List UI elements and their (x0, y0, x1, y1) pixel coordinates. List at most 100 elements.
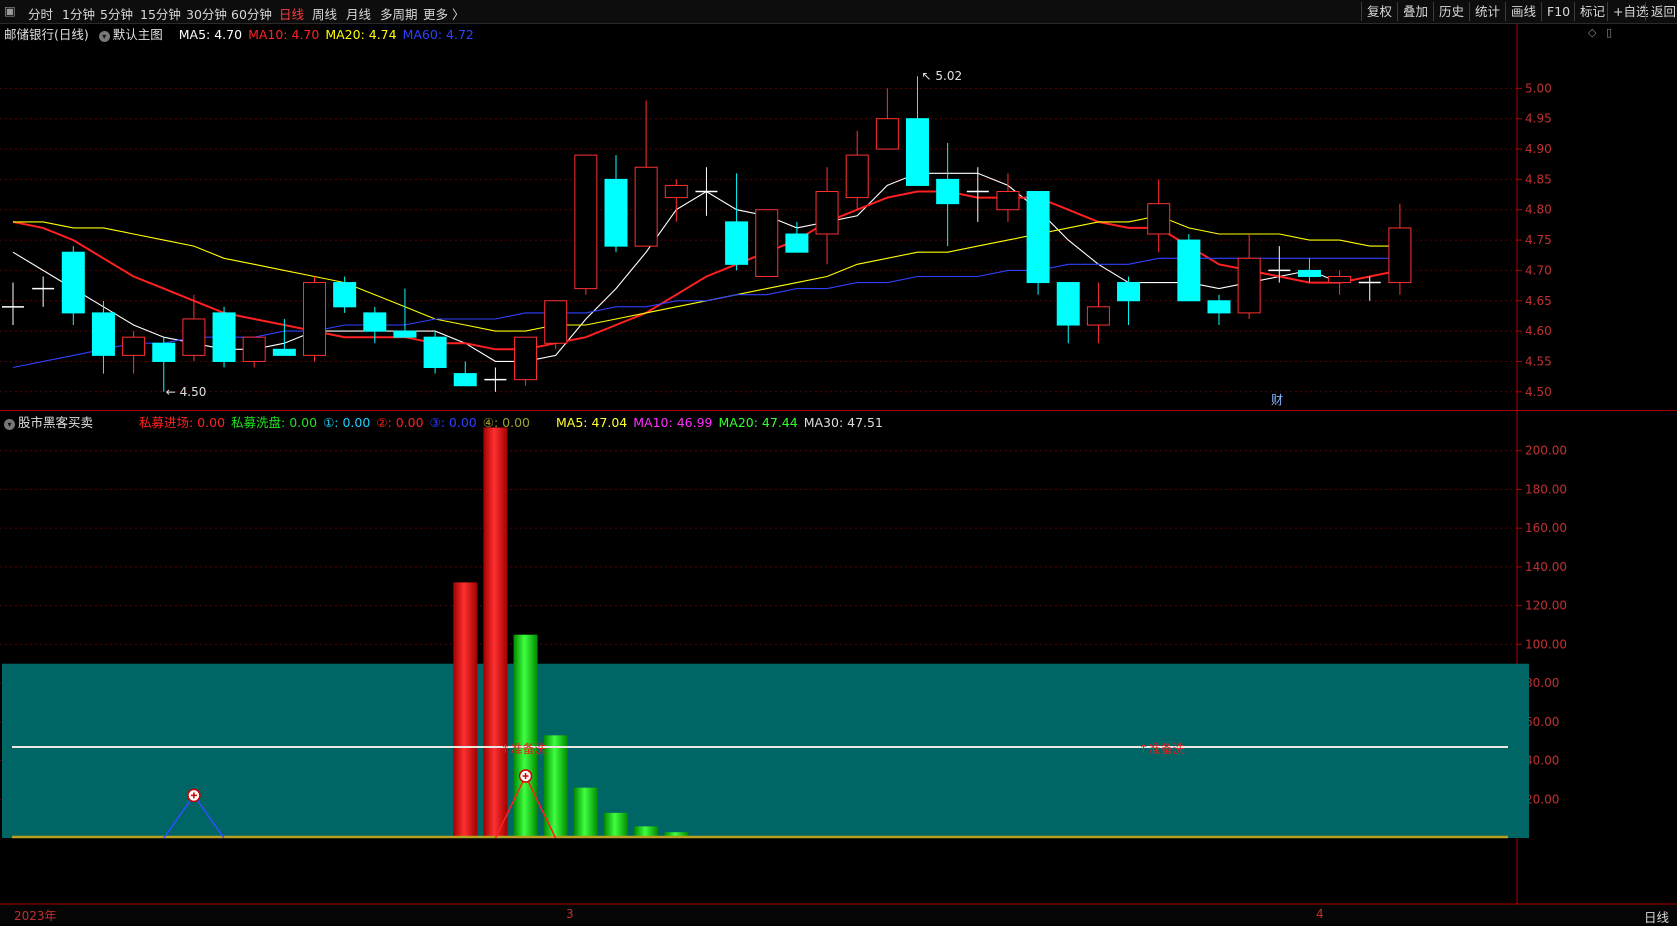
chart-area[interactable]: 4.50 4.55 4.60 4.65 4.70 4.75 4.80 4.85 4.90 4.95… (0, 24, 1677, 905)
y-tick-sub-6: 140.00 (1525, 560, 1567, 574)
menu-icon[interactable]: ▣ (4, 3, 16, 18)
wash-annotation-1: ↑准备洗 (1139, 742, 1185, 756)
candle-body-27 (815, 191, 839, 235)
toolbar-button-3[interactable]: 统计 (1469, 2, 1505, 21)
period-tab-8[interactable]: 月线 (346, 4, 371, 23)
y-tick-sub-8: 180.00 (1525, 482, 1567, 496)
candle-body-18 (544, 300, 568, 344)
y-tick-sub-2: 60.00 (1525, 715, 1559, 729)
period-tab-0[interactable]: 分时 (28, 4, 53, 23)
candle-body-40 (1207, 300, 1231, 314)
indicator-bar-2 (513, 634, 538, 838)
candle-body-21 (634, 166, 658, 247)
candle-body-30 (906, 118, 929, 186)
candle-body-41 (1237, 257, 1261, 314)
high-price-label: ↖ 5.02 (922, 69, 963, 83)
candle-body-8 (242, 336, 266, 362)
toolbar-button-1[interactable]: 叠加 (1397, 2, 1433, 21)
y-tick-main-7: 4.85 (1525, 172, 1552, 186)
indicator-bar-1 (483, 427, 508, 838)
y-tick-sub-7: 160.00 (1525, 521, 1567, 535)
time-axis: 2023年 3 4 日线 (0, 905, 1677, 926)
finance-marker: 财 (1271, 393, 1283, 407)
candle-body-10 (303, 282, 326, 356)
candle-body-2 (61, 251, 85, 314)
toolbar-button-6[interactable]: 标记 (1574, 2, 1610, 21)
candle-body-37 (1117, 282, 1141, 302)
candle-body-3 (91, 312, 115, 356)
candle-body-22 (664, 184, 688, 199)
period-indicator[interactable]: 日线 (1644, 907, 1669, 926)
candle-body-24 (725, 221, 749, 265)
y-tick-main-3: 4.65 (1525, 294, 1552, 308)
wash-annotation-0: ↑准备洗 (500, 742, 546, 756)
candle-body-19 (574, 154, 598, 290)
y-tick-main-6: 4.80 (1525, 203, 1552, 217)
toolbar-button-8[interactable]: 返回 (1645, 2, 1677, 21)
period-tab-5[interactable]: 60分钟 (231, 4, 272, 23)
y-tick-main-1: 4.55 (1525, 354, 1552, 368)
toolbar-button-0[interactable]: 复权 (1361, 2, 1397, 21)
y-tick-main-2: 4.60 (1525, 324, 1552, 338)
candle-body-20 (604, 178, 628, 247)
candle-body-38 (1147, 203, 1171, 235)
y-tick-sub-9: 200.00 (1525, 444, 1567, 458)
candle-body-26 (785, 233, 809, 253)
candle-body-4 (122, 336, 146, 356)
y-tick-main-5: 4.75 (1525, 233, 1552, 247)
indicator-bar-0 (453, 582, 478, 838)
candle-body-7 (212, 312, 236, 362)
candle-body-35 (1056, 282, 1080, 326)
y-tick-sub-3: 80.00 (1525, 676, 1559, 690)
period-tab-2[interactable]: 5分钟 (100, 4, 133, 23)
teal-band (2, 663, 1529, 838)
time-label-year: 2023年 (14, 909, 57, 923)
y-tick-sub-0: 20.00 (1525, 792, 1559, 806)
y-tick-main-4: 4.70 (1525, 263, 1552, 277)
time-label-month-3: 3 (566, 907, 574, 921)
candle-body-29 (875, 118, 899, 150)
toolbar: 分时 1分钟 5分钟 15分钟 30分钟 60分钟 日线 周线 月线 多周期 更多 〉 ▣ 复权 叠加历… (0, 0, 1677, 24)
candle-body-6 (182, 318, 206, 356)
y-tick-main-9: 4.95 (1525, 112, 1552, 126)
indicator-bar-4 (573, 787, 598, 838)
candle-body-15 (453, 373, 477, 387)
y-tick-sub-5: 120.00 (1525, 599, 1567, 613)
candle-body-43 (1297, 269, 1321, 277)
y-tick-sub-1: 40.00 (1525, 754, 1559, 768)
candle-body-31 (936, 178, 960, 205)
period-tab-6[interactable]: 日线 (279, 4, 304, 23)
y-tick-main-0: 4.50 (1525, 385, 1552, 399)
panel-divider[interactable] (0, 410, 1677, 411)
toolbar-button-4[interactable]: 画线 (1505, 2, 1541, 21)
period-tab-10[interactable]: 更多 〉 (423, 4, 464, 23)
candle-body-9 (272, 348, 296, 356)
candle-body-39 (1177, 239, 1201, 302)
period-tab-3[interactable]: 15分钟 (140, 4, 181, 23)
candle-body-36 (1086, 306, 1110, 326)
candle-body-28 (845, 154, 869, 199)
candle-body-25 (755, 209, 779, 277)
low-price-label: ← 4.50 (166, 385, 207, 399)
period-tab-7[interactable]: 周线 (312, 4, 337, 23)
candle-body-5 (152, 342, 176, 362)
candle-body-13 (393, 330, 417, 338)
y-tick-main-10: 5.00 (1525, 81, 1552, 95)
period-tab-4[interactable]: 30分钟 (186, 4, 227, 23)
toolbar-button-5[interactable]: F10 (1541, 2, 1575, 21)
candle-body-12 (363, 312, 387, 332)
candle-body-14 (423, 336, 447, 369)
candle-body-17 (514, 336, 538, 381)
y-tick-main-8: 4.90 (1525, 142, 1552, 156)
candle-body-46 (1388, 227, 1412, 284)
toolbar-button-2[interactable]: 历史 (1433, 2, 1469, 21)
time-label-month-4: 4 (1316, 907, 1324, 921)
candle-body-34 (1026, 191, 1050, 284)
candle-body-44 (1328, 275, 1352, 284)
period-tab-9[interactable]: 多周期 (380, 4, 418, 23)
period-tab-1[interactable]: 1分钟 (62, 4, 95, 23)
indicator-bar-5 (604, 812, 628, 838)
y-tick-sub-4: 100.00 (1525, 637, 1567, 651)
candle-body-33 (996, 191, 1020, 211)
candle-body-11 (333, 282, 357, 308)
